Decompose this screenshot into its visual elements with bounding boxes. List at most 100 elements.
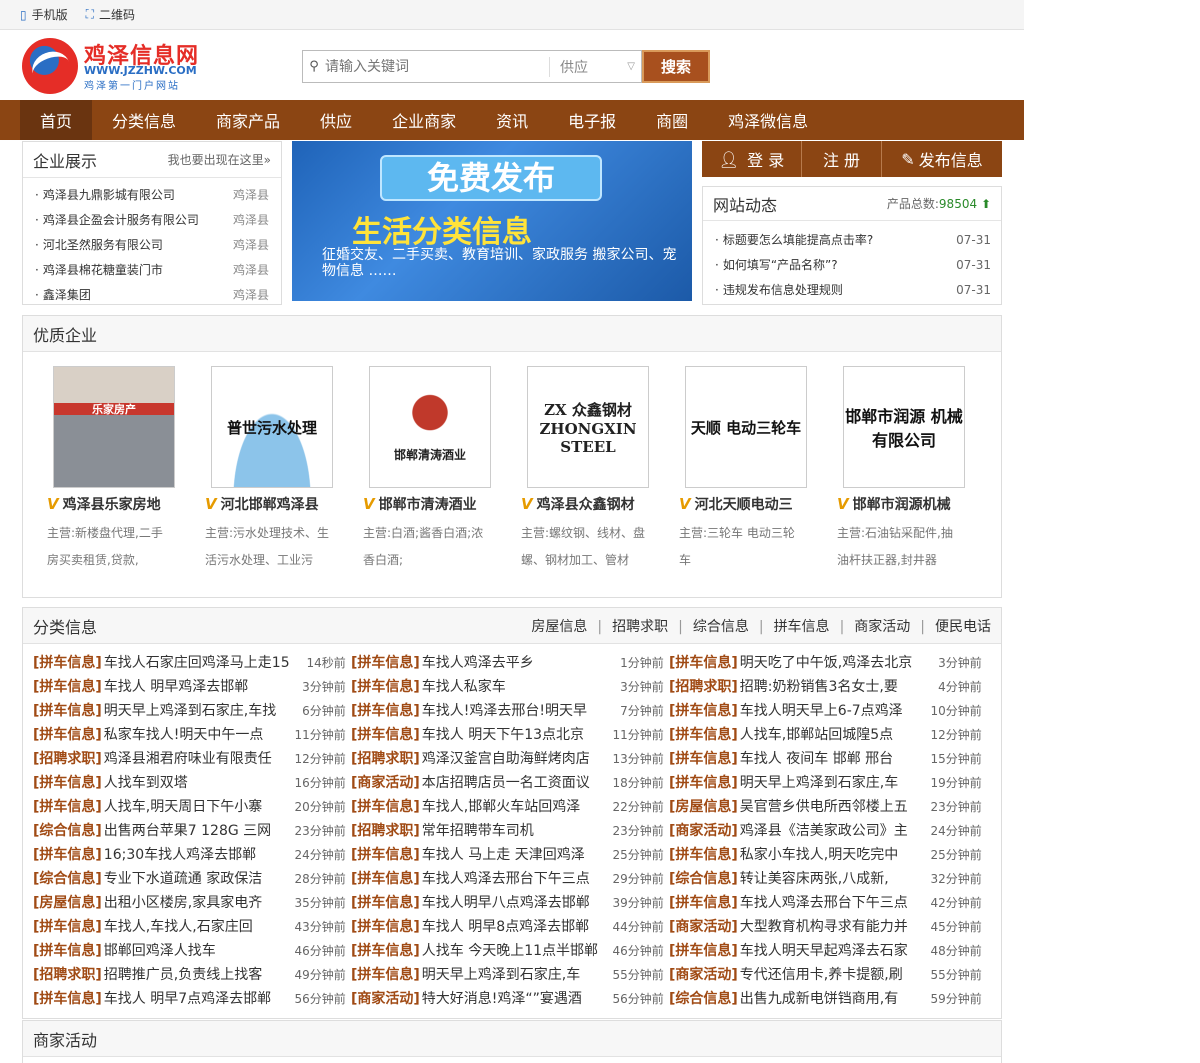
category-row-title[interactable]: 车找人 明天下午13点北京 [422,724,608,744]
category-tag[interactable]: [拼车信息] [351,844,420,864]
category-row[interactable]: [拼车信息] 车找人,邯郸火车站回鸡泽 22分钟前 [351,794,669,818]
category-tag[interactable]: [拼车信息] [669,940,738,960]
enterprise-logo[interactable]: 乐家房产 [53,366,175,488]
category-tag[interactable]: [拼车信息] [33,772,102,792]
category-row-title[interactable]: 人找车 今天晚上11点半邯郸 [422,940,608,960]
search-input[interactable] [325,58,545,75]
category-row-title[interactable]: 鸡泽县《洁美家政公司》主 [740,820,926,840]
category-row[interactable]: [综合信息] 专业下水道疏通 家政保洁 28分钟前 [33,866,351,890]
enterprise-name[interactable]: V 鸡泽县乐家房地 [47,494,187,514]
category-row[interactable]: [拼车信息] 车找人石家庄回鸡泽马上走15 14秒前 [33,650,351,674]
category-row-title[interactable]: 人找车,明天周日下午小寨 [104,796,290,816]
qrcode-link[interactable]: ⛶ 二维码 [86,6,135,23]
category-row[interactable]: [拼车信息] 车找人 明早鸡泽去邯郸 3分钟前 [33,674,351,698]
category-tag[interactable]: [拼车信息] [33,724,102,744]
company-name[interactable]: 鑫泽集团 [35,286,91,303]
category-row[interactable]: [房屋信息] 出租小区楼房,家具家电齐 35分钟前 [33,890,351,914]
enterprise-card[interactable]: ZX 众鑫钢材 ZHONGXIN STEEL V 鸡泽县众鑫钢材 主营:螺纹钢、线材、… [521,366,661,574]
category-tag[interactable]: [招聘求职] [33,748,102,768]
category-row-title[interactable]: 专业下水道疏通 家政保洁 [104,868,290,888]
nav-item-6[interactable]: 电子报 [548,100,636,140]
nav-item-2[interactable]: 商家产品 [196,100,300,140]
category-row[interactable]: [拼车信息] 车找人 明天下午13点北京 11分钟前 [351,722,669,746]
category-link-3[interactable]: 拼车信息 [774,619,830,635]
category-tag[interactable]: [拼车信息] [33,676,102,696]
enterprise-card[interactable]: 邯郸市润源 机械有限公司 V 邯郸市润源机械 主营:石油钻采配件,抽油杆扶正器,封井器 [837,366,977,574]
category-tag[interactable]: [拼车信息] [351,868,420,888]
category-row-title[interactable]: 出售九成新电饼铛商用,有 [740,988,926,1008]
category-row[interactable]: [拼车信息] 人找车,明天周日下午小寨 20分钟前 [33,794,351,818]
nav-item-0[interactable]: 首页 [20,100,93,140]
category-row-title[interactable]: 邯郸回鸡泽人找车 [104,940,290,960]
category-tag[interactable]: [拼车信息] [351,916,420,936]
category-row-title[interactable]: 车找人 明早鸡泽去邯郸 [104,676,290,696]
publish-banner[interactable]: 免费发布 生活分类信息 征婚交友、二手买卖、教育培训、家政服务 搬家公司、宠物信… [292,141,692,301]
enterprise-logo[interactable]: 邯郸市润源 机械有限公司 [843,366,965,488]
category-tag[interactable]: [商家活动] [669,964,738,984]
enterprise-name[interactable]: V 邯郸市清涛酒业 [363,494,503,514]
category-row[interactable]: [拼车信息] 车找人私家车 3分钟前 [351,674,669,698]
nav-item-8[interactable]: 鸡泽微信息 [708,100,828,140]
category-row-title[interactable]: 明天早上鸡泽到石家庄,车 [422,964,608,984]
company-list-item[interactable]: 河北圣然服务有限公司 鸡泽县 [35,232,271,257]
category-row-title[interactable]: 车找人 夜间车 邯郸 邢台 [740,748,926,768]
enterprise-name[interactable]: V 邯郸市润源机械 [837,494,977,514]
nav-item-1[interactable]: 分类信息 [92,100,196,140]
category-tag[interactable]: [拼车信息] [669,700,738,720]
news-title[interactable]: 标题要怎么填能提高点击率? [715,231,873,248]
category-row-title[interactable]: 16;30车找人鸡泽去邯郸 [104,844,290,864]
category-row[interactable]: [拼车信息] 16;30车找人鸡泽去邯郸 24分钟前 [33,842,351,866]
category-tag[interactable]: [招聘求职] [351,748,420,768]
company-list-item[interactable]: 鸡泽县九鼎影城有限公司 鸡泽县 [35,182,271,207]
category-tag[interactable]: [拼车信息] [351,724,420,744]
category-link-5[interactable]: 便民电话 [935,619,991,635]
category-row-title[interactable]: 车找人明早八点鸡泽去邯郸 [422,892,608,912]
category-tag[interactable]: [房屋信息] [669,796,738,816]
category-tag[interactable]: [商家活动] [669,820,738,840]
category-row[interactable]: [拼车信息] 邯郸回鸡泽人找车 46分钟前 [33,938,351,962]
category-row[interactable]: [房屋信息] 吴官营乡供电所西邻楼上五 23分钟前 [669,794,987,818]
category-tag[interactable]: [招聘求职] [351,820,420,840]
category-row[interactable]: [招聘求职] 常年招聘带车司机 23分钟前 [351,818,669,842]
category-tag[interactable]: [拼车信息] [351,700,420,720]
category-row[interactable]: [招聘求职] 招聘:奶粉销售3名女士,要 4分钟前 [669,674,987,698]
category-row-title[interactable]: 出租小区楼房,家具家电齐 [104,892,290,912]
category-row[interactable]: [拼车信息] 人找车,邯郸站回城隍5点 12分钟前 [669,722,987,746]
category-tag[interactable]: [拼车信息] [33,916,102,936]
category-row-title[interactable]: 车找人,车找人,石家庄回 [104,916,290,936]
category-tag[interactable]: [综合信息] [669,988,738,1008]
category-row[interactable]: [拼车信息] 车找人 明早8点鸡泽去邯郸 44分钟前 [351,914,669,938]
category-tag[interactable]: [房屋信息] [33,892,102,912]
category-row-title[interactable]: 大型教育机构寻求有能力并 [740,916,926,936]
category-row[interactable]: [商家活动] 专代还信用卡,养卡提额,刷 55分钟前 [669,962,987,986]
category-row-title[interactable]: 鸡泽汉釜宫自助海鲜烤肉店 [422,748,608,768]
category-row-title[interactable]: 鸡泽县湘君府味业有限责任 [104,748,290,768]
site-logo[interactable]: 鸡泽信息网 WWW.JZZHW.COM 鸡泽第一门户网站 [22,36,212,96]
category-row[interactable]: [拼车信息] 车找人明早八点鸡泽去邯郸 39分钟前 [351,890,669,914]
category-row[interactable]: [拼车信息] 私家小车找人,明天吃完中 25分钟前 [669,842,987,866]
nav-item-3[interactable]: 供应 [300,100,372,140]
category-row[interactable]: [拼车信息] 人找车到双塔 16分钟前 [33,770,351,794]
category-row[interactable]: [拼车信息] 明天早上鸡泽到石家庄,车 55分钟前 [351,962,669,986]
nav-item-4[interactable]: 企业商家 [372,100,476,140]
category-tag[interactable]: [拼车信息] [33,652,102,672]
news-list-item[interactable]: 标题要怎么填能提高点击率? 07-31 [715,227,991,252]
category-tag[interactable]: [拼车信息] [669,772,738,792]
category-row-title[interactable]: 人找车,邯郸站回城隍5点 [740,724,926,744]
search-button[interactable]: 搜索 [642,50,710,83]
category-tag[interactable]: [拼车信息] [351,964,420,984]
category-row[interactable]: [拼车信息] 私家车找人!明天中午一点 11分钟前 [33,722,351,746]
category-row[interactable]: [拼车信息] 车找人 夜间车 邯郸 邢台 15分钟前 [669,746,987,770]
category-row[interactable]: [拼车信息] 车找人 马上走 天津回鸡泽 25分钟前 [351,842,669,866]
category-tag[interactable]: [综合信息] [33,868,102,888]
category-tag[interactable]: [招聘求职] [669,676,738,696]
category-tag[interactable]: [拼车信息] [351,892,420,912]
company-name[interactable]: 河北圣然服务有限公司 [35,236,163,253]
mobile-link[interactable]: ▯ 手机版 [20,6,68,23]
category-row[interactable]: [拼车信息] 车找人鸡泽去邢台下午三点 42分钟前 [669,890,987,914]
enterprise-logo[interactable]: 邯郸清涛酒业 [369,366,491,488]
category-tag[interactable]: [拼车信息] [351,676,420,696]
category-tag[interactable]: [拼车信息] [669,652,738,672]
category-row-title[interactable]: 车找人鸡泽去平乡 [422,652,608,672]
category-row[interactable]: [拼车信息] 车找人,车找人,石家庄回 43分钟前 [33,914,351,938]
